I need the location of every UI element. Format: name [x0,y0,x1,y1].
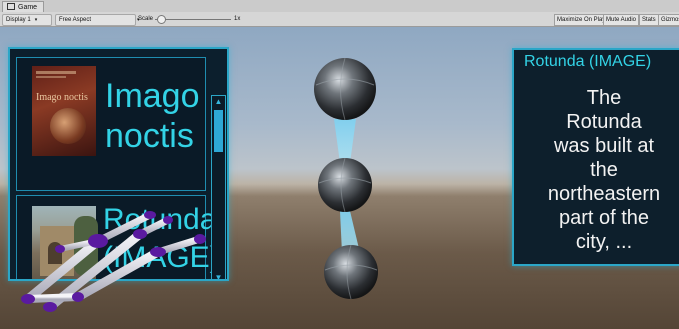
display-dropdown[interactable]: Display 1 ▾ [2,14,52,26]
detail-line: The [586,87,622,109]
window-title-bar: Game [0,0,679,13]
scale-slider-track[interactable] [155,19,231,20]
game-view-icon [7,2,15,10]
scale-label: Scale [138,16,154,22]
detail-line: Rotunda [566,111,642,133]
display-dropdown-label: Display 1 [6,17,31,23]
gizmos-button[interactable]: Gizmos [658,14,679,26]
detail-line: city, ... [575,231,633,253]
scale-slider-handle[interactable] [157,15,166,24]
detail-line: the [590,159,618,181]
detail-panel: Rotunda (IMAGE) The Rotunda was built at… [512,48,679,266]
game-viewport[interactable]: Imago noctis Imago noctis Rotunda (IMAGE… [0,27,679,329]
detail-line: northeastern [547,183,661,205]
game-tab-label: Game [18,4,38,11]
detail-line: was built at [553,135,655,157]
scale-value: 1x [234,16,241,22]
aspect-dropdown-label: Free Aspect [59,17,92,23]
detail-line: part of the [558,207,650,229]
game-toolbar: Display 1 ▾ Free Aspect ▾ Scale 1x Maximiz… [0,12,679,27]
unity-game-window: Game Display 1 ▾ Free Aspect ▾ Scale 1x Ma… [0,0,679,329]
detail-header: Rotunda (IMAGE) [524,53,652,70]
stats-button[interactable]: Stats [639,14,659,26]
maximize-on-play-button[interactable]: Maximize On Play [554,14,609,26]
mute-audio-button[interactable]: Mute Audio [603,14,640,26]
aspect-dropdown[interactable]: Free Aspect ▾ [55,14,140,26]
detail-body: The Rotunda was built at the northeaster… [524,86,679,254]
chevron-down-icon: ▾ [34,17,38,23]
